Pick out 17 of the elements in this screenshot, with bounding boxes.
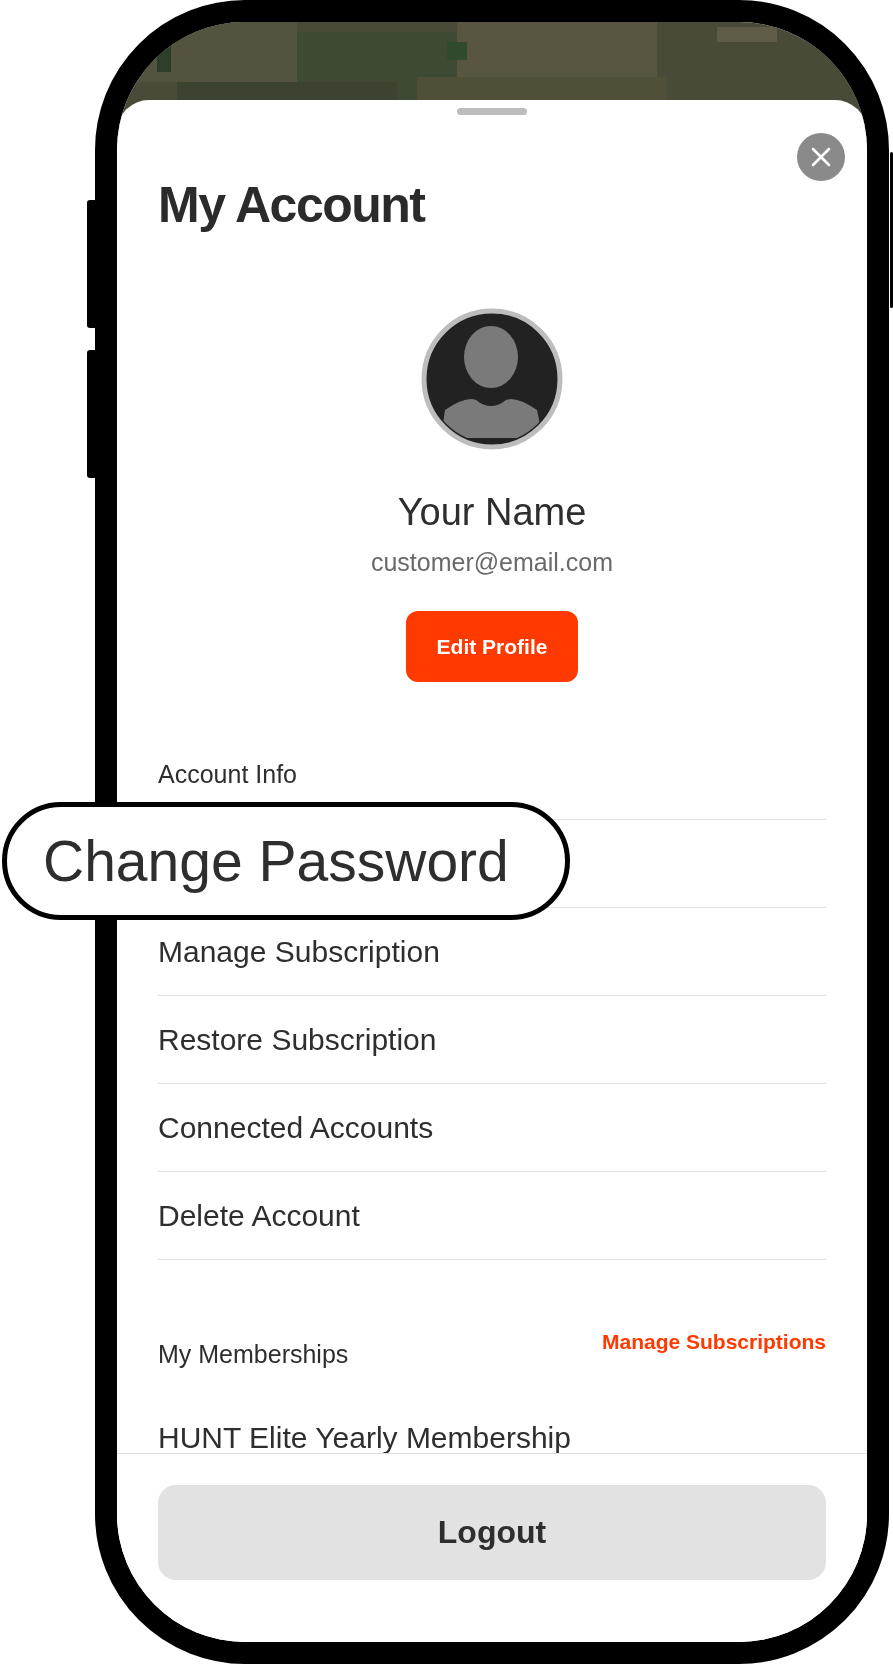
section-heading: Account Info bbox=[158, 760, 298, 789]
profile-name: Your Name bbox=[397, 491, 587, 534]
menu-item[interactable]: Connected Accounts bbox=[158, 1110, 434, 1145]
change-password-callout: Change Password bbox=[2, 802, 570, 920]
menu-item[interactable]: Manage Subscription bbox=[158, 934, 440, 969]
close-icon bbox=[810, 146, 832, 168]
sheet-title: My Account bbox=[158, 180, 426, 230]
section-heading: My Memberships bbox=[158, 1340, 349, 1369]
logout-button[interactable]: Logout bbox=[158, 1485, 826, 1580]
menu-item[interactable]: Restore Subscription bbox=[158, 1022, 437, 1057]
profile-email: customer@email.com bbox=[370, 548, 614, 577]
menu-item[interactable]: Delete Account bbox=[158, 1198, 360, 1233]
close-button[interactable] bbox=[797, 133, 845, 181]
edit-profile-button[interactable]: Edit Profile bbox=[406, 611, 578, 682]
drag-handle[interactable] bbox=[457, 108, 527, 115]
avatar-icon bbox=[421, 308, 563, 450]
manage-subscriptions-link[interactable]: Manage Subscriptions bbox=[601, 1330, 826, 1354]
